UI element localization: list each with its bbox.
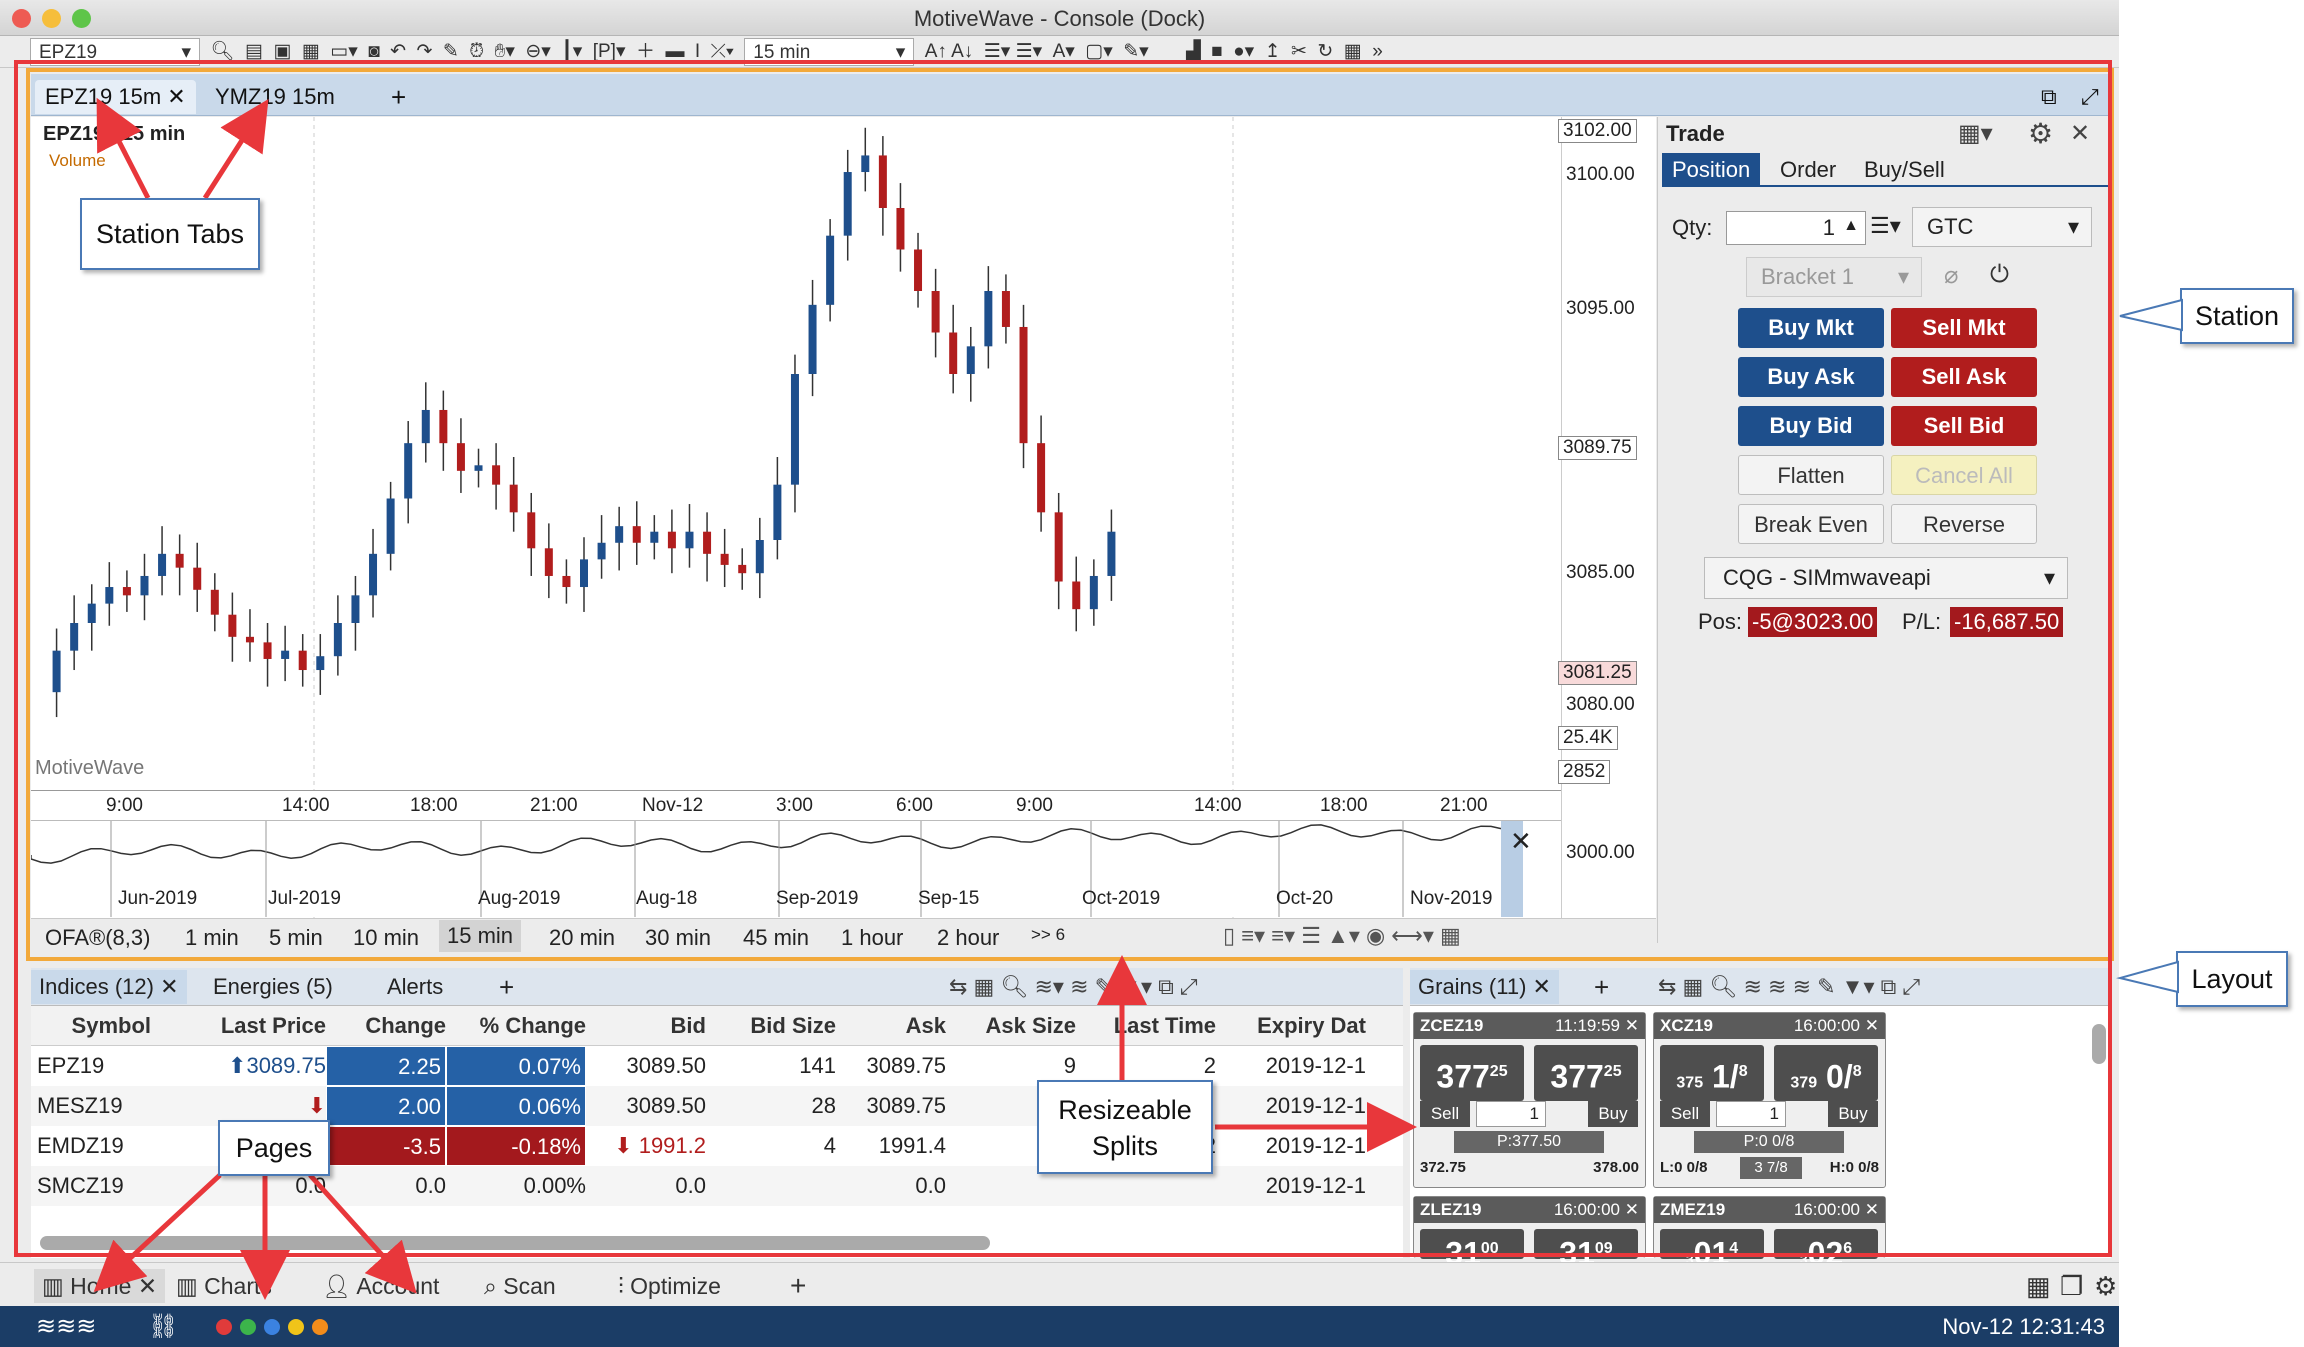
copy-icon[interactable]: ❐ [2060, 1269, 2083, 1303]
wifi-icon: ≋≋≋ [36, 1313, 97, 1340]
page-label: Account [356, 1273, 440, 1299]
callout-line: Resizeable [1058, 1095, 1192, 1125]
status-datetime: Nov-12 12:31:43 [1942, 1314, 2105, 1339]
page-scan[interactable]: ⌕ Scan [484, 1269, 556, 1303]
page-account[interactable]: 👤︎ Account [322, 1269, 439, 1303]
page-label: Home [70, 1273, 132, 1299]
title-bar: MotiveWave - Console (Dock) [0, 0, 2119, 36]
callout-layout: Layout [2176, 951, 2288, 1007]
scan-icon: ⌕ [484, 1273, 497, 1299]
status-orange-dot [312, 1319, 328, 1335]
callout-line: Splits [1091, 1131, 1159, 1161]
add-page-icon[interactable]: + [790, 1269, 806, 1303]
page-optimize[interactable]: ⫶ Optimize [618, 1269, 721, 1303]
page-home[interactable]: ▥ Home ✕ [34, 1269, 166, 1303]
bar-chart-icon: ▥ [176, 1273, 198, 1299]
link-icon[interactable]: ⛓ [148, 1312, 178, 1341]
status-bar: ≋≋≋ ⛓ Nov-12 12:31:43 [0, 1306, 2119, 1347]
callout-resizeable-splits: Resizeable Splits [1037, 1080, 1213, 1174]
page-label: Optimize [630, 1273, 721, 1299]
user-icon: 👤︎ [322, 1273, 352, 1299]
sliders-icon: ⫶ [618, 1273, 624, 1299]
window-title: MotiveWave - Console (Dock) [913, 6, 1206, 31]
callout-pages: Pages [218, 1120, 330, 1176]
status-red-dot [216, 1319, 232, 1335]
page-label: Charts [204, 1273, 272, 1299]
page-charts[interactable]: ▥ Charts [176, 1269, 272, 1303]
callout-station: Station [2180, 288, 2294, 344]
pages-bar: ▥ Home ✕ ▥ Charts 👤︎ Account ⌕ Scan ⫶ Op… [0, 1262, 2119, 1306]
callout-station-tabs: Station Tabs [80, 198, 260, 270]
status-blue-dot [264, 1319, 280, 1335]
layout-icon[interactable]: ▦ [2026, 1269, 2051, 1303]
bar-chart-icon: ▥ [42, 1273, 64, 1299]
status-green-dot [240, 1319, 256, 1335]
page-label: Scan [503, 1273, 556, 1299]
gear-icon[interactable]: ⚙ [2094, 1269, 2117, 1303]
layout-highlight-frame [14, 60, 2112, 1257]
close-icon[interactable]: ✕ [138, 1273, 157, 1299]
status-yellow-dot [288, 1319, 304, 1335]
